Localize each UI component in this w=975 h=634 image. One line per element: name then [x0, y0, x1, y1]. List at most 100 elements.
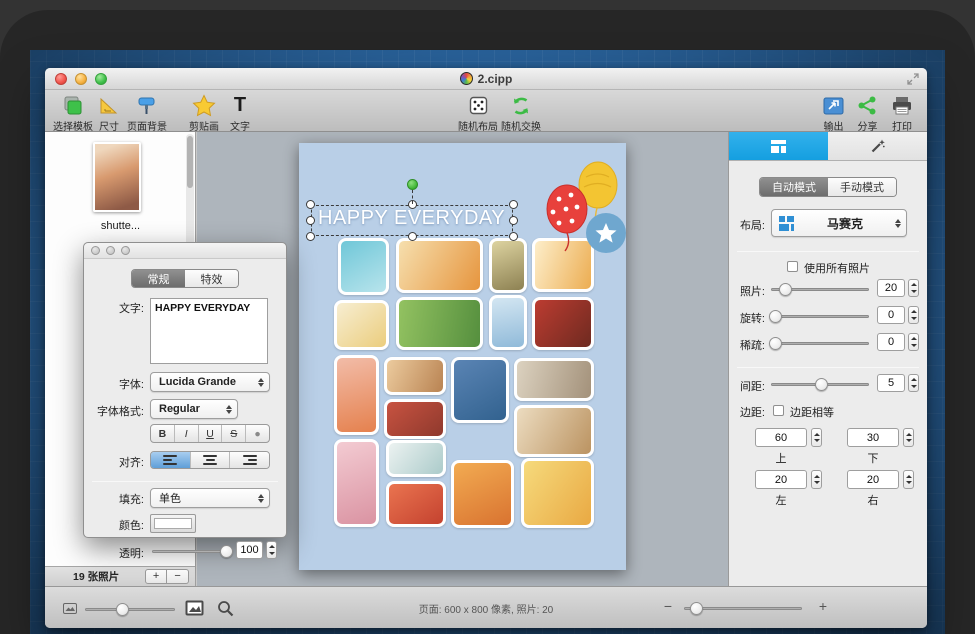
fill-dropdown[interactable]: 单色	[150, 488, 270, 508]
photos-stepper[interactable]	[908, 279, 919, 297]
share-button[interactable]: 分享	[857, 94, 878, 133]
text-icon: T	[234, 94, 246, 117]
margin-bottom-stepper[interactable]	[903, 428, 914, 447]
collage-photo[interactable]	[451, 460, 514, 528]
sparse-stepper[interactable]	[908, 333, 919, 351]
collage-photo[interactable]	[384, 399, 446, 439]
strikethrough-button[interactable]: S	[222, 425, 246, 442]
collage-photo[interactable]	[338, 238, 389, 295]
collage-photo[interactable]	[514, 358, 594, 401]
margin-bottom-value[interactable]: 30	[847, 428, 899, 447]
canvas-zoom-slider[interactable]	[684, 607, 802, 610]
collage-photo[interactable]	[514, 405, 594, 457]
text-panel-titlebar[interactable]	[84, 243, 286, 259]
collage-photo[interactable]	[384, 357, 446, 395]
text-selection-box[interactable]: HAPPY EVERYDAY	[311, 205, 513, 236]
tab-special-effects[interactable]: 特效	[185, 270, 238, 287]
text-input[interactable]: HAPPY EVERYDAY	[150, 298, 268, 364]
margin-right-stepper[interactable]	[903, 470, 914, 489]
margin-left-value[interactable]: 20	[755, 470, 807, 489]
resize-handle-se[interactable]	[509, 232, 518, 241]
collage-photo[interactable]	[396, 238, 483, 293]
collage-photo[interactable]	[451, 357, 509, 423]
photos-slider[interactable]	[771, 288, 869, 291]
tab-layout[interactable]	[729, 132, 828, 160]
opacity-slider[interactable]	[152, 550, 230, 553]
italic-button[interactable]: I	[175, 425, 199, 442]
panel-close-button[interactable]	[91, 246, 100, 255]
choose-template-button[interactable]: 选择模板	[53, 94, 93, 133]
collage-photo[interactable]	[334, 439, 379, 527]
sparse-slider[interactable]	[771, 342, 869, 345]
export-button[interactable]: 输出	[822, 94, 845, 133]
collage-photo[interactable]	[521, 458, 594, 528]
align-left-button[interactable]	[151, 452, 191, 468]
margin-top-value[interactable]: 60	[755, 428, 807, 447]
equal-margin-checkbox[interactable]	[773, 405, 784, 417]
manual-mode-tab[interactable]: 手动模式	[828, 178, 896, 196]
color-well[interactable]	[150, 514, 196, 533]
page-background-button[interactable]: 页面背景	[127, 94, 167, 133]
clipart-button[interactable]: 剪贴画	[189, 94, 219, 133]
use-all-checkbox[interactable]	[787, 261, 798, 273]
resize-handle-w[interactable]	[306, 216, 315, 225]
collage-page[interactable]: HAPPY EVERYDAY	[299, 143, 626, 570]
collage-title-text[interactable]: HAPPY EVERYDAY	[318, 207, 512, 230]
rotation-slider[interactable]	[771, 315, 869, 318]
sidebar-scrollbar[interactable]	[186, 134, 194, 254]
panel-zoom-button[interactable]	[121, 246, 130, 255]
spacing-stepper[interactable]	[908, 374, 919, 392]
text-color-button[interactable]: ●	[246, 425, 269, 442]
align-right-button[interactable]	[230, 452, 269, 468]
balloons-clipart[interactable]	[539, 157, 629, 253]
opacity-stepper[interactable]	[266, 541, 277, 559]
resize-handle-ne[interactable]	[509, 200, 518, 209]
resize-handle-s[interactable]	[408, 232, 417, 241]
tab-general[interactable]: 常规	[132, 270, 185, 287]
collage-photo[interactable]	[532, 297, 594, 350]
spacing-value[interactable]: 5	[877, 374, 905, 392]
rotate-handle[interactable]	[407, 179, 418, 190]
spacing-slider[interactable]	[771, 383, 869, 386]
print-button[interactable]: 打印	[891, 94, 913, 133]
zoom-in-button[interactable]: +	[819, 598, 827, 614]
text-button[interactable]: T 文字	[230, 94, 250, 133]
collage-photo[interactable]	[386, 440, 446, 477]
tab-effects[interactable]	[828, 132, 927, 160]
photos-value[interactable]: 20	[877, 279, 905, 297]
bold-button[interactable]: B	[151, 425, 175, 442]
collage-photo[interactable]	[396, 297, 483, 350]
collage-photo[interactable]	[334, 355, 379, 435]
add-photo-button[interactable]: +	[145, 569, 167, 584]
size-button[interactable]: 尺寸	[98, 94, 120, 133]
collage-photo[interactable]	[334, 300, 389, 350]
zoom-out-button[interactable]: −	[664, 598, 672, 614]
random-layout-button[interactable]: 随机布局	[458, 94, 498, 133]
font-format-dropdown[interactable]: Regular	[150, 399, 238, 419]
font-dropdown[interactable]: Lucida Grande	[150, 372, 270, 392]
margin-right-value[interactable]: 20	[847, 470, 899, 489]
panel-minimize-button[interactable]	[106, 246, 115, 255]
fullscreen-icon[interactable]	[907, 73, 919, 85]
collage-photo[interactable]	[489, 295, 527, 350]
remove-photo-button[interactable]: −	[167, 569, 189, 584]
text-properties-panel[interactable]: 常规 特效 文字: HAPPY EVERYDAY 字体: Lucida Gran…	[83, 242, 287, 538]
random-swap-button[interactable]: 随机交换	[501, 94, 541, 133]
align-center-button[interactable]	[191, 452, 231, 468]
sparse-value[interactable]: 0	[877, 333, 905, 351]
opacity-value[interactable]: 100	[236, 541, 263, 559]
window-titlebar[interactable]: 2.cipp	[45, 68, 927, 90]
collage-photo[interactable]	[489, 238, 527, 293]
margin-top-stepper[interactable]	[811, 428, 822, 447]
rotation-value[interactable]: 0	[877, 306, 905, 324]
rotation-stepper[interactable]	[908, 306, 919, 324]
photo-thumbnail[interactable]	[93, 142, 141, 212]
margin-left-stepper[interactable]	[811, 470, 822, 489]
resize-handle-sw[interactable]	[306, 232, 315, 241]
layout-dropdown[interactable]: 马赛克	[771, 209, 907, 237]
resize-handle-nw[interactable]	[306, 200, 315, 209]
underline-button[interactable]: U	[199, 425, 223, 442]
resize-handle-e[interactable]	[509, 216, 518, 225]
auto-mode-tab[interactable]: 自动模式	[760, 178, 828, 196]
collage-photo[interactable]	[386, 481, 446, 527]
